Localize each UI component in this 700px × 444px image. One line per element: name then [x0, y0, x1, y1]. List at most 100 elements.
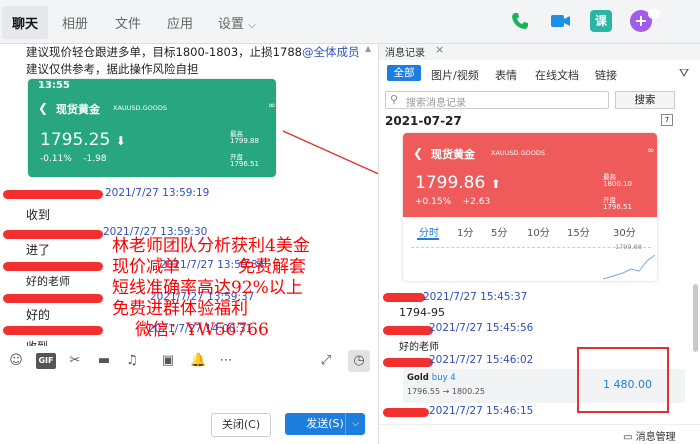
- tab-apps[interactable]: 应用: [167, 13, 193, 32]
- chart-tab[interactable]: 15分: [567, 224, 590, 239]
- chart-tab[interactable]: 1分: [457, 224, 473, 239]
- bell-icon[interactable]: 🔔: [190, 353, 206, 369]
- overlay-text: 林老师团队分析获利4美金: [112, 236, 310, 256]
- message-text: 好的: [26, 308, 51, 322]
- open-value: 1796.51: [603, 203, 632, 211]
- redacted-sender: [3, 230, 103, 239]
- message-timestamp: 2021/7/27 15:46:15: [429, 405, 534, 417]
- overlay-text: 现价减单: [112, 257, 180, 277]
- chevron-down-icon: ⌵: [345, 413, 365, 435]
- card-price: 1799.86 ⬆: [415, 173, 501, 193]
- message-text: 进了: [26, 243, 51, 257]
- high-value: 1799.88: [230, 137, 259, 145]
- chevron-down-icon: ⌵: [248, 20, 256, 31]
- mention-link[interactable]: @全体成员: [302, 45, 360, 59]
- filter-icon[interactable]: ⛛: [679, 66, 689, 81]
- filter-docs[interactable]: 在线文档: [535, 67, 579, 83]
- more-icon: [648, 9, 660, 19]
- redacted-sender: [3, 262, 103, 271]
- tab-chat[interactable]: 聊天: [2, 6, 49, 39]
- card-price: 1795.25 ⬇: [40, 130, 126, 150]
- arrow-down-icon: ⬇: [115, 134, 126, 148]
- search-input[interactable]: ⚲ 搜索消息记录: [385, 91, 609, 109]
- course-app-icon[interactable]: 课: [590, 10, 612, 32]
- message-timestamp: 2021/7/27 15:45:37: [423, 291, 528, 303]
- price-sparkline: [603, 254, 656, 280]
- filter-links[interactable]: 链接: [595, 67, 617, 83]
- date-header: 2021-07-27: [385, 114, 462, 128]
- scissors-icon[interactable]: ✂: [67, 353, 83, 369]
- chart-tab[interactable]: 30分: [613, 224, 636, 239]
- card-title: 现货黄金: [56, 103, 100, 116]
- redacted-sender: [3, 294, 103, 303]
- redacted-sender: [383, 326, 433, 335]
- high-value: 1800.10: [603, 180, 632, 188]
- redacted-sender: [383, 358, 433, 367]
- overlay-text: 微信：YW56766: [135, 320, 269, 340]
- video-call-icon[interactable]: [550, 12, 572, 30]
- overlay-text: 免费解套: [238, 257, 306, 277]
- overlay-text: 免费进群体验福利: [112, 299, 248, 319]
- message-text: 建议仅供参考，据此操作风险自担: [26, 62, 199, 76]
- redacted-sender: [383, 293, 425, 302]
- redacted-sender: [383, 408, 429, 417]
- card-title: 现货黄金: [431, 148, 475, 161]
- highlight-box: [577, 347, 669, 413]
- more-icon: ∞: [268, 101, 276, 111]
- redacted-sender: [3, 190, 103, 199]
- chart-tab[interactable]: 5分: [491, 224, 507, 239]
- gold-price-card[interactable]: 13:55 ❮ 现货黄金 XAUUSD.GOODS ∞ 1795.25 ⬇ -0…: [28, 79, 276, 177]
- image-icon[interactable]: ▣: [160, 353, 176, 369]
- music-icon[interactable]: ♫: [124, 353, 140, 369]
- tab-settings[interactable]: 设置 ⌵: [218, 13, 256, 32]
- emoji-icon[interactable]: ☺: [8, 353, 24, 369]
- card-change: -0.11% -1.98: [40, 154, 107, 164]
- message-text: 1794-95: [399, 306, 445, 319]
- scrollbar-thumb[interactable]: [693, 284, 698, 352]
- card-symbol: XAUUSD.GOODS: [113, 104, 168, 112]
- panel-title: 消息记录: [385, 48, 425, 59]
- message-timestamp: 2021/7/27 15:46:02: [429, 354, 534, 366]
- overlay-text: 短线准确率高达92%以上: [112, 278, 303, 298]
- phone-icon[interactable]: [510, 11, 530, 31]
- chart-tab[interactable]: 10分: [527, 224, 550, 239]
- trade-symbol: Gold buy 4: [407, 373, 456, 383]
- message-text: 建议现价轻仓跟进多单，目标1800-1803，止损1788@全体成员: [26, 45, 360, 59]
- search-icon: ⚲: [390, 93, 399, 106]
- message-text: 好的老师: [399, 342, 439, 353]
- expand-icon[interactable]: ⤢: [318, 353, 334, 369]
- filter-all[interactable]: 全部: [387, 65, 421, 81]
- back-chevron-icon: ❮: [413, 146, 424, 160]
- close-button[interactable]: 关闭(C): [211, 413, 271, 437]
- message-manage-button[interactable]: ▭ 消息管理: [623, 428, 676, 443]
- gold-price-card[interactable]: ❮ 现货黄金 XAUUSD.GOODS ∞ 1799.86 ⬆ +0.15% +…: [403, 133, 657, 281]
- gif-icon[interactable]: GIF: [36, 353, 56, 369]
- trade-prices: 1796.55 → 1800.25: [407, 387, 485, 396]
- input-toolbar: ☺ GIF ✂ ▬ ♫ ▣ 🔔 ⋯ ⤢ ◷: [0, 346, 376, 376]
- more-dots-icon[interactable]: ⋯: [218, 353, 234, 369]
- filter-media[interactable]: 图片/视频: [431, 67, 479, 83]
- message-text: 收到: [26, 338, 48, 346]
- send-button[interactable]: 发送(S) ⌵: [285, 413, 365, 435]
- folder-icon[interactable]: ▬: [96, 353, 112, 369]
- chart-tab[interactable]: 分时: [419, 224, 439, 239]
- chat-pane: 建议现价轻仓跟进多单，目标1800-1803，止损1788@全体成员 建议仅供参…: [0, 44, 376, 346]
- message-timestamp: 2021/7/27 15:45:56: [429, 322, 534, 334]
- message-history-panel: 消息记录 × 全部 图片/视频 表情 在线文档 链接 ⛛ ⚲ 搜索消息记录 搜索…: [378, 44, 700, 444]
- scroll-up-icon[interactable]: ▲: [365, 44, 373, 53]
- close-icon[interactable]: ×: [435, 44, 444, 56]
- search-button[interactable]: 搜索: [615, 91, 675, 109]
- message-text: 好的老师: [26, 275, 70, 288]
- filter-stickers[interactable]: 表情: [495, 67, 517, 83]
- card-symbol: XAUUSD.GOODS: [491, 149, 546, 157]
- message-text: 收到: [26, 208, 51, 222]
- calendar-icon[interactable]: 7: [661, 114, 673, 126]
- open-value: 1796.51: [230, 160, 259, 168]
- history-clock-icon[interactable]: ◷: [348, 350, 370, 372]
- tab-files[interactable]: 文件: [115, 13, 141, 32]
- tab-album[interactable]: 相册: [62, 13, 88, 32]
- message-timestamp: 2021/7/27 13:59:19: [105, 187, 210, 199]
- manage-icon: ▭: [623, 432, 633, 443]
- top-nav-bar: 聊天 相册 文件 应用 设置 ⌵ 课 +: [0, 0, 700, 44]
- more-icon: ∞: [647, 146, 655, 156]
